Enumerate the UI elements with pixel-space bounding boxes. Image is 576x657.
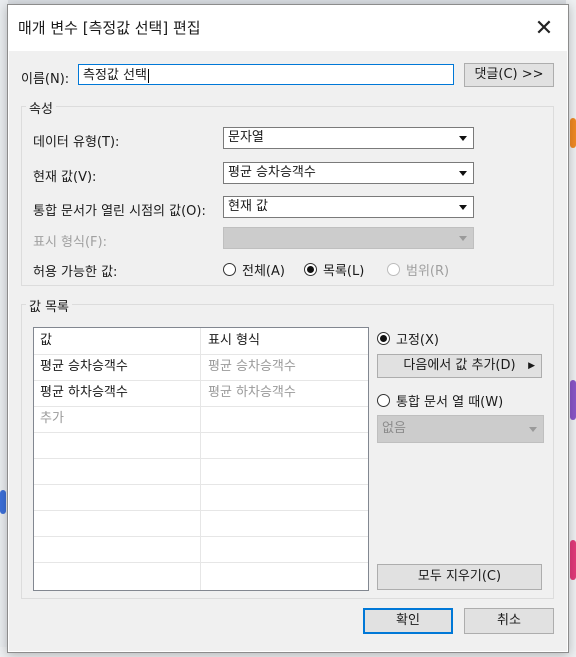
current-value-value: 평균 승차승객수 [228,165,316,180]
background-map-line [570,118,576,148]
add-values-from-button[interactable]: 다음에서 값 추가(D) ▶ [377,354,542,378]
value-list-group-title: 값 목록 [26,296,73,315]
radio-list-label: 목록(L) [323,264,365,279]
table-cell-value[interactable]: 평균 하차승객수 [34,380,128,406]
empty-row [34,510,368,537]
name-input-value: 측정값 선택 [83,68,147,83]
display-format-label: 표시 형식(F): [33,235,107,250]
data-type-select[interactable]: 문자열 [223,127,474,149]
table-cell-value[interactable]: 평균 승차승객수 [34,354,128,380]
on-open-select-value: 없음 [382,421,406,436]
chevron-down-icon [459,171,467,176]
text-caret [147,68,149,83]
radio-on-workbook-open-label: 통합 문서 열 때(W) [396,395,504,410]
clear-all-button[interactable]: 모두 지우기(C) [377,564,542,590]
cancel-button[interactable]: 취소 [464,608,554,634]
background-map-line [570,380,576,420]
table-row[interactable]: 평균 승차승객수 평균 승차승객수 [34,354,368,381]
comment-button[interactable]: 댓글(C) >> [464,63,554,87]
radio-range-label: 범위(R) [406,264,450,279]
background-map-line [570,540,576,580]
on-open-select: 없음 [377,415,544,443]
empty-row [34,432,368,459]
radio-circle-selected [377,332,390,345]
chevron-down-icon [459,205,467,210]
ok-button[interactable]: 확인 [363,608,453,634]
empty-row [34,536,368,563]
table-row[interactable]: 평균 하차승객수 평균 하차승객수 [34,380,368,407]
empty-row [34,562,368,588]
allowable-values-label: 허용 가능한 값: [33,265,118,280]
workbook-open-value-label: 통합 문서가 열린 시점의 값(O): [33,204,206,219]
radio-fixed[interactable]: 고정(X) [377,329,439,348]
dialog-body: 이름(N): 측정값 선택 댓글(C) >> 속성 데이터 유형(T): 문자열… [9,51,567,651]
table-cell-display[interactable]: 평균 승차승객수 [202,354,296,380]
radio-circle [377,394,390,407]
properties-group-title: 속성 [26,98,56,117]
dialog-title: 매개 변수 [측정값 선택] 편집 [18,19,201,37]
add-placeholder[interactable]: 추가 [34,406,64,432]
radio-circle-selected [304,263,317,276]
chevron-down-icon [459,136,467,141]
background-map-line [0,490,6,514]
chevron-right-icon: ▶ [528,361,535,371]
chevron-down-icon [459,236,467,241]
current-value-select[interactable]: 평균 승차승객수 [223,162,474,184]
radio-list[interactable]: 목록(L) [304,260,364,279]
display-format-select [223,227,474,249]
empty-row [34,458,368,485]
radio-range: 범위(R) [387,260,449,279]
chevron-down-icon [529,427,537,432]
workbook-open-value-select[interactable]: 현재 값 [223,196,474,218]
radio-circle [387,263,400,276]
radio-all[interactable]: 전체(A) [223,260,285,279]
column-header-value: 값 [40,333,52,348]
current-value-label: 현재 값(V): [33,170,97,185]
name-input[interactable]: 측정값 선택 [78,64,454,85]
edit-parameter-dialog: 매개 변수 [측정값 선택] 편집 ✕ 이름(N): 측정값 선택 댓글(C) … [7,4,569,653]
radio-fixed-label: 고정(X) [396,333,439,348]
column-header-display: 표시 형식 [208,333,260,348]
radio-on-workbook-open[interactable]: 통합 문서 열 때(W) [377,391,503,410]
close-icon[interactable]: ✕ [526,11,562,45]
empty-row [34,484,368,511]
radio-circle [223,263,236,276]
table-add-row[interactable]: 추가 [34,406,368,433]
data-type-value: 문자열 [228,130,264,145]
value-list-table[interactable]: 값 표시 형식 평균 승차승객수 평균 승차승객수 평균 하차승객수 평균 하차… [33,327,369,591]
workbook-open-value-value: 현재 값 [228,199,269,214]
table-cell-display[interactable]: 평균 하차승객수 [202,380,296,406]
data-type-label: 데이터 유형(T): [33,135,120,150]
radio-all-label: 전체(A) [242,264,285,279]
table-header-row: 값 표시 형식 [34,328,368,355]
add-values-from-label: 다음에서 값 추가(D) [403,358,516,373]
name-label: 이름(N): [21,72,70,87]
